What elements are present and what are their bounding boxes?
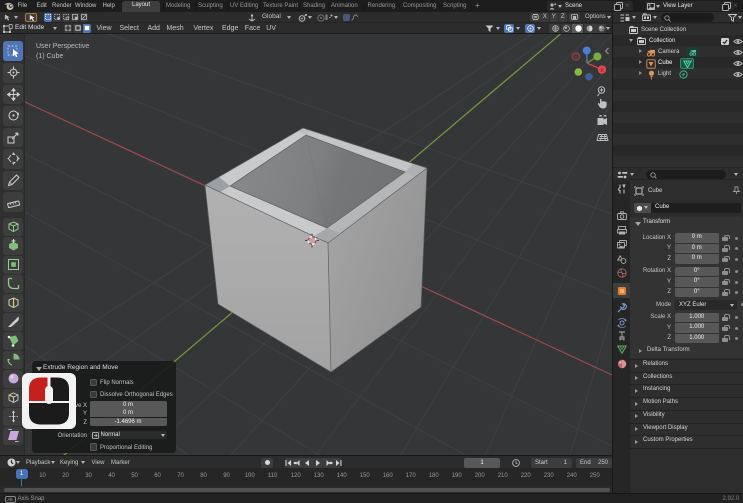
- svg-text:X: X: [600, 68, 604, 74]
